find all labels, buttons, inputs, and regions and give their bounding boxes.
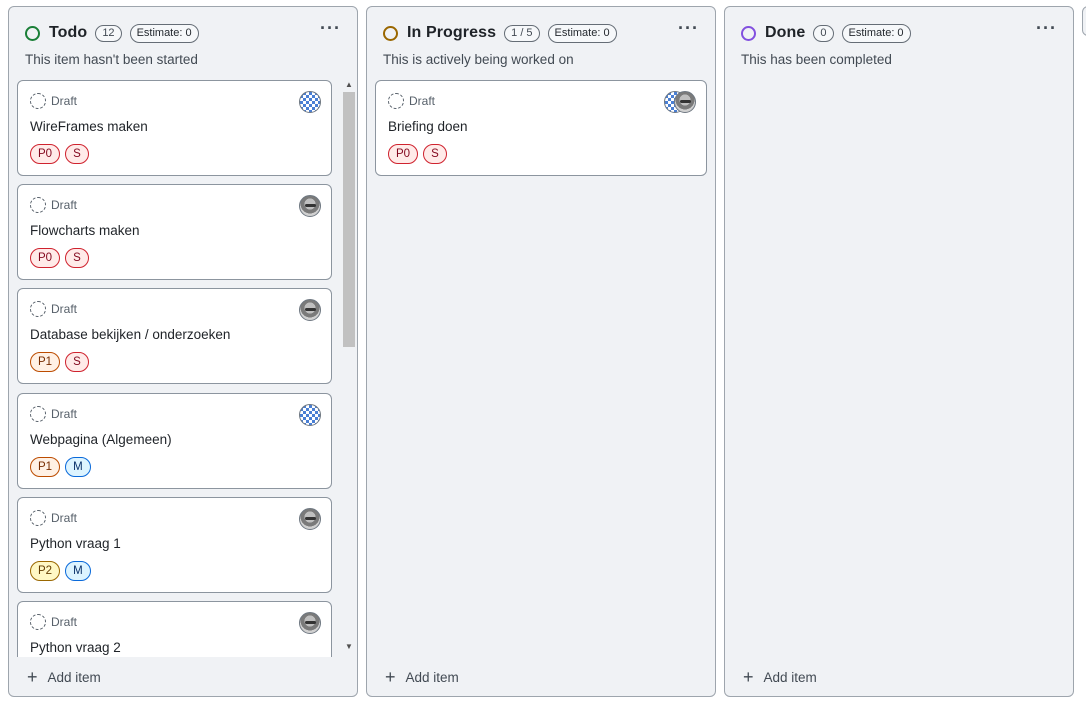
item-count-badge: 1 / 5 (504, 24, 540, 42)
estimate-badge: Estimate: 0 (129, 23, 199, 43)
card[interactable]: Draft Flowcharts maken P0 S (17, 184, 332, 280)
column-title: Todo (49, 24, 88, 41)
scrollbar-thumb[interactable] (343, 92, 355, 347)
column-description: This has been completed (741, 52, 892, 67)
card-title[interactable]: Database bekijken / onderzoeken (30, 327, 230, 342)
estimate-badge: Estimate: 0 (547, 23, 617, 43)
add-item-button[interactable]: + Add item (743, 668, 817, 686)
item-count-badge: 12 (95, 24, 122, 42)
plus-icon: + (27, 667, 38, 687)
column-header: In Progress 1 / 5 Estimate: 0 ··· (383, 18, 699, 44)
priority-label[interactable]: P1 (30, 352, 61, 372)
kebab-menu-icon[interactable]: ··· (678, 18, 699, 39)
card-title[interactable]: Webpagina (Algemeen) (30, 432, 172, 447)
add-item-label: Add item (405, 669, 459, 685)
column-title: In Progress (407, 24, 497, 41)
card-labels: P0 S (30, 248, 89, 268)
item-count-badge: 0 (813, 24, 834, 42)
kebab-menu-icon[interactable]: ··· (1036, 18, 1057, 39)
card-status: Draft (51, 94, 78, 108)
card-labels: P2 M (30, 561, 91, 581)
scroll-down-arrow-icon[interactable]: ▼ (345, 642, 353, 651)
add-item-button[interactable]: + Add item (27, 668, 101, 686)
draft-dashed-circle-icon (30, 301, 46, 317)
user-avatar-icon[interactable] (299, 612, 321, 634)
status-circle-icon (383, 25, 398, 41)
next-column-edge (1082, 6, 1086, 36)
priority-label[interactable]: P0 (30, 248, 61, 268)
card[interactable]: Draft Database bekijken / onderzoeken P1… (17, 288, 332, 384)
priority-label[interactable]: P2 (30, 561, 61, 581)
card-status: Draft (51, 615, 78, 629)
estimate-badge: Estimate: 0 (841, 23, 911, 43)
draft-dashed-circle-icon (30, 510, 46, 526)
draft-dashed-circle-icon (30, 93, 46, 109)
column-header: Done 0 Estimate: 0 ··· (741, 18, 1057, 44)
draft-dashed-circle-icon (30, 197, 46, 213)
scroll-up-arrow-icon[interactable]: ▲ (345, 80, 353, 89)
card[interactable]: Draft Python vraag 2 (17, 601, 332, 657)
add-item-label: Add item (47, 669, 101, 685)
user-avatar-icon[interactable] (299, 404, 321, 426)
card[interactable]: Draft WireFrames maken P0 S (17, 80, 332, 176)
card-title[interactable]: Briefing doen (388, 119, 468, 134)
draft-dashed-circle-icon (388, 93, 404, 109)
card-labels: P0 S (388, 144, 447, 164)
cards-list: Draft Briefing doen P0 S (375, 80, 707, 657)
card-status: Draft (51, 302, 78, 316)
card-title[interactable]: Python vraag 1 (30, 536, 121, 551)
status-circle-icon (741, 25, 756, 41)
card-labels: P0 S (30, 144, 89, 164)
card-status: Draft (51, 198, 78, 212)
scrollbar[interactable]: ▲ ▼ (342, 80, 356, 658)
size-label[interactable]: S (423, 144, 447, 164)
kebab-menu-icon[interactable]: ··· (320, 18, 341, 39)
assignees[interactable] (664, 91, 696, 113)
column-in-progress: In Progress 1 / 5 Estimate: 0 ··· This i… (366, 6, 716, 697)
size-label[interactable]: M (65, 457, 91, 477)
card-title[interactable]: WireFrames maken (30, 119, 148, 134)
card-title[interactable]: Flowcharts maken (30, 223, 140, 238)
user-avatar-icon[interactable] (299, 91, 321, 113)
column-done: Done 0 Estimate: 0 ··· This has been com… (724, 6, 1074, 697)
card-status: Draft (409, 94, 436, 108)
card-labels: P1 M (30, 457, 91, 477)
size-label[interactable]: S (65, 248, 89, 268)
cards-list: Draft WireFrames maken P0 S Draft Flowch… (17, 80, 333, 657)
draft-dashed-circle-icon (30, 614, 46, 630)
card[interactable]: Draft Briefing doen P0 S (375, 80, 707, 176)
user-avatar-icon[interactable] (299, 508, 321, 530)
card-labels: P1 S (30, 352, 89, 372)
column-description: This is actively being worked on (383, 52, 574, 67)
card-status: Draft (51, 407, 78, 421)
card-title[interactable]: Python vraag 2 (30, 640, 121, 655)
size-label[interactable]: S (65, 144, 89, 164)
column-todo: Todo 12 Estimate: 0 ··· This item hasn't… (8, 6, 358, 697)
card[interactable]: Draft Webpagina (Algemeen) P1 M (17, 393, 332, 489)
priority-label[interactable]: P0 (30, 144, 61, 164)
size-label[interactable]: S (65, 352, 89, 372)
column-description: This item hasn't been started (25, 52, 198, 67)
priority-label[interactable]: P0 (388, 144, 419, 164)
size-label[interactable]: M (65, 561, 91, 581)
priority-label[interactable]: P1 (30, 457, 61, 477)
add-item-label: Add item (763, 669, 817, 685)
draft-dashed-circle-icon (30, 406, 46, 422)
column-title: Done (765, 24, 806, 41)
project-board: Todo 12 Estimate: 0 ··· This item hasn't… (0, 0, 1086, 702)
card-status: Draft (51, 511, 78, 525)
user-avatar-icon[interactable] (299, 299, 321, 321)
user-avatar-icon[interactable] (674, 91, 696, 113)
card[interactable]: Draft Python vraag 1 P2 M (17, 497, 332, 593)
plus-icon: + (385, 667, 396, 687)
add-item-button[interactable]: + Add item (385, 668, 459, 686)
user-avatar-icon[interactable] (299, 195, 321, 217)
status-circle-icon (25, 25, 40, 41)
column-header: Todo 12 Estimate: 0 ··· (25, 18, 341, 44)
plus-icon: + (743, 667, 754, 687)
